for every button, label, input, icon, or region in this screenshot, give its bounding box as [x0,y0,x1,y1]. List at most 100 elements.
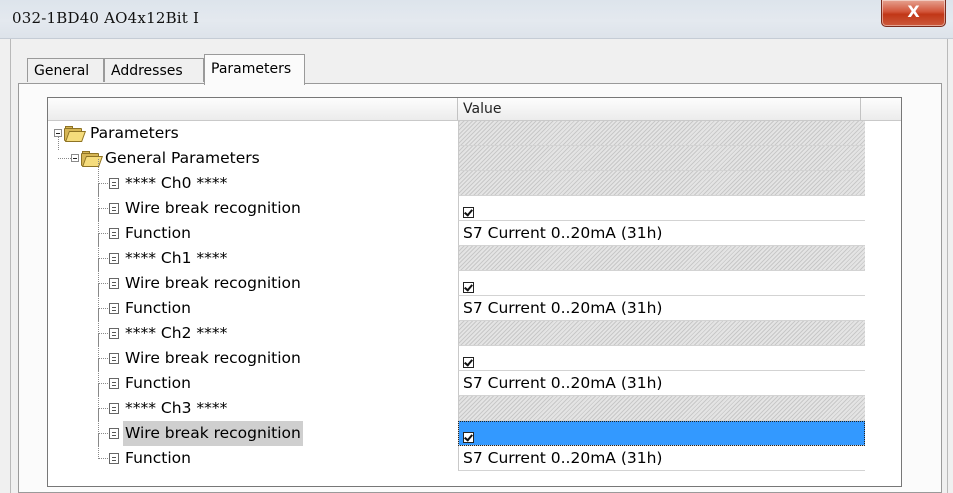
value-cell-disabled [458,321,865,346]
table-row[interactable]: **** Ch1 **** [48,234,901,271]
tree-line [58,137,59,150]
table-row[interactable]: Function S7 Current 0..20mA (31h) [48,359,901,396]
param-label: Wire break recognition [125,199,301,217]
tree-line [98,358,108,359]
tab-addresses[interactable]: Addresses [104,58,204,82]
param-name-cell[interactable]: **** Ch1 **** [48,234,458,271]
parameter-icon [109,453,119,464]
param-name-cell[interactable]: **** Ch3 **** [48,384,458,421]
param-name-cell[interactable]: Wire break recognition [48,184,458,221]
param-label: **** Ch2 **** [125,324,228,342]
wire-break-checkbox[interactable] [463,282,474,293]
param-label: Function [125,299,191,317]
parameter-icon [109,428,119,439]
collapse-icon[interactable] [71,154,79,162]
table-row[interactable]: Wire break recognition [48,334,901,371]
close-button[interactable]: X [881,0,946,27]
collapse-icon[interactable] [54,129,62,137]
window-title: 032-1BD40 AO4x12Bit I [12,9,200,27]
table-row[interactable]: **** Ch0 **** [48,159,901,196]
param-name-cell[interactable]: General Parameters [48,137,458,171]
param-label: Wire break recognition [125,349,301,367]
close-icon: X [907,2,920,21]
tree-line [98,308,108,309]
wire-break-checkbox[interactable] [463,357,474,368]
column-header-extra [861,98,901,120]
param-name-cell[interactable]: Parameters [48,121,458,146]
param-name-cell[interactable]: Function [48,284,458,321]
param-name-cell[interactable]: Wire break recognition [48,409,458,446]
table-row[interactable]: **** Ch2 **** [48,309,901,346]
table-row[interactable]: Function S7 Current 0..20mA (31h) [48,209,901,246]
parameter-icon [109,278,119,289]
function-value-cell[interactable]: S7 Current 0..20mA (31h) [458,221,865,246]
tree-line [98,208,108,209]
wire-break-value-cell[interactable] [458,421,865,446]
column-header-name[interactable] [48,98,458,120]
param-name-cell[interactable]: Wire break recognition [48,334,458,371]
function-value-cell[interactable]: S7 Current 0..20mA (31h) [458,296,865,321]
param-name-cell[interactable]: Function [48,434,458,471]
folder-open-icon [64,126,87,142]
param-label: Function [125,449,191,467]
param-label: **** Ch0 **** [125,174,228,192]
tab-general[interactable]: General [27,58,104,82]
tree-line [98,258,108,259]
value-cell-disabled [458,121,865,146]
value-cell-disabled [458,396,865,421]
param-name-cell[interactable]: **** Ch2 **** [48,309,458,346]
param-label: Function [125,224,191,242]
table-row[interactable]: Function S7 Current 0..20mA (31h) [48,434,901,471]
function-value: S7 Current 0..20mA (31h) [463,224,663,242]
tree-line [98,408,108,409]
wire-break-checkbox[interactable] [463,432,474,443]
param-name-cell[interactable]: Function [48,209,458,246]
tree-line [98,283,108,284]
table-row[interactable]: Function S7 Current 0..20mA (31h) [48,284,901,321]
wire-break-value-cell[interactable] [458,346,865,371]
param-name-cell[interactable]: Wire break recognition [48,259,458,296]
parameter-grid: Value Parameters General Parameters **** C… [47,97,902,487]
param-label: Wire break recognition [123,421,303,446]
wire-break-value-cell[interactable] [458,271,865,296]
table-row[interactable]: Parameters [48,121,901,146]
parameters-panel: Value Parameters General Parameters **** C… [18,83,942,493]
parameter-icon [109,178,119,189]
parameter-icon [109,253,119,264]
function-value: S7 Current 0..20mA (31h) [463,449,663,467]
grid-rows: Parameters General Parameters **** Ch0 ***… [48,121,901,471]
tree-line [98,458,108,459]
parameter-icon [109,353,119,364]
table-row[interactable]: **** Ch3 **** [48,384,901,421]
param-name-cell[interactable]: Function [48,359,458,396]
tab-parameters[interactable]: Parameters [204,54,305,85]
column-header-value[interactable]: Value [458,98,861,120]
parameter-icon [109,403,119,414]
table-row[interactable]: Wire break recognition [48,409,901,446]
function-value-cell[interactable]: S7 Current 0..20mA (31h) [458,446,865,471]
tree-line [98,434,99,459]
parameter-icon [109,303,119,314]
wire-break-checkbox[interactable] [463,207,474,218]
param-label: Wire break recognition [125,274,301,292]
tree-line [98,383,108,384]
value-cell-disabled [458,246,865,271]
grid-header: Value [48,98,901,121]
parameter-icon [109,228,119,239]
table-row[interactable]: Wire break recognition [48,184,901,221]
value-cell-disabled [458,146,865,171]
param-label: **** Ch3 **** [125,399,228,417]
wire-break-value-cell[interactable] [458,196,865,221]
function-value: S7 Current 0..20mA (31h) [463,374,663,392]
function-value: S7 Current 0..20mA (31h) [463,299,663,317]
tree-line [98,333,108,334]
parameter-icon [109,328,119,339]
table-row[interactable]: General Parameters [48,137,901,171]
table-row[interactable]: Wire break recognition [48,259,901,296]
function-value-cell[interactable]: S7 Current 0..20mA (31h) [458,371,865,396]
parameter-icon [109,378,119,389]
param-name-cell[interactable]: **** Ch0 **** [48,159,458,196]
dialog-body: General Addresses Parameters Value Param… [10,39,948,493]
param-label: **** Ch1 **** [125,249,228,267]
value-cell-disabled [458,171,865,196]
